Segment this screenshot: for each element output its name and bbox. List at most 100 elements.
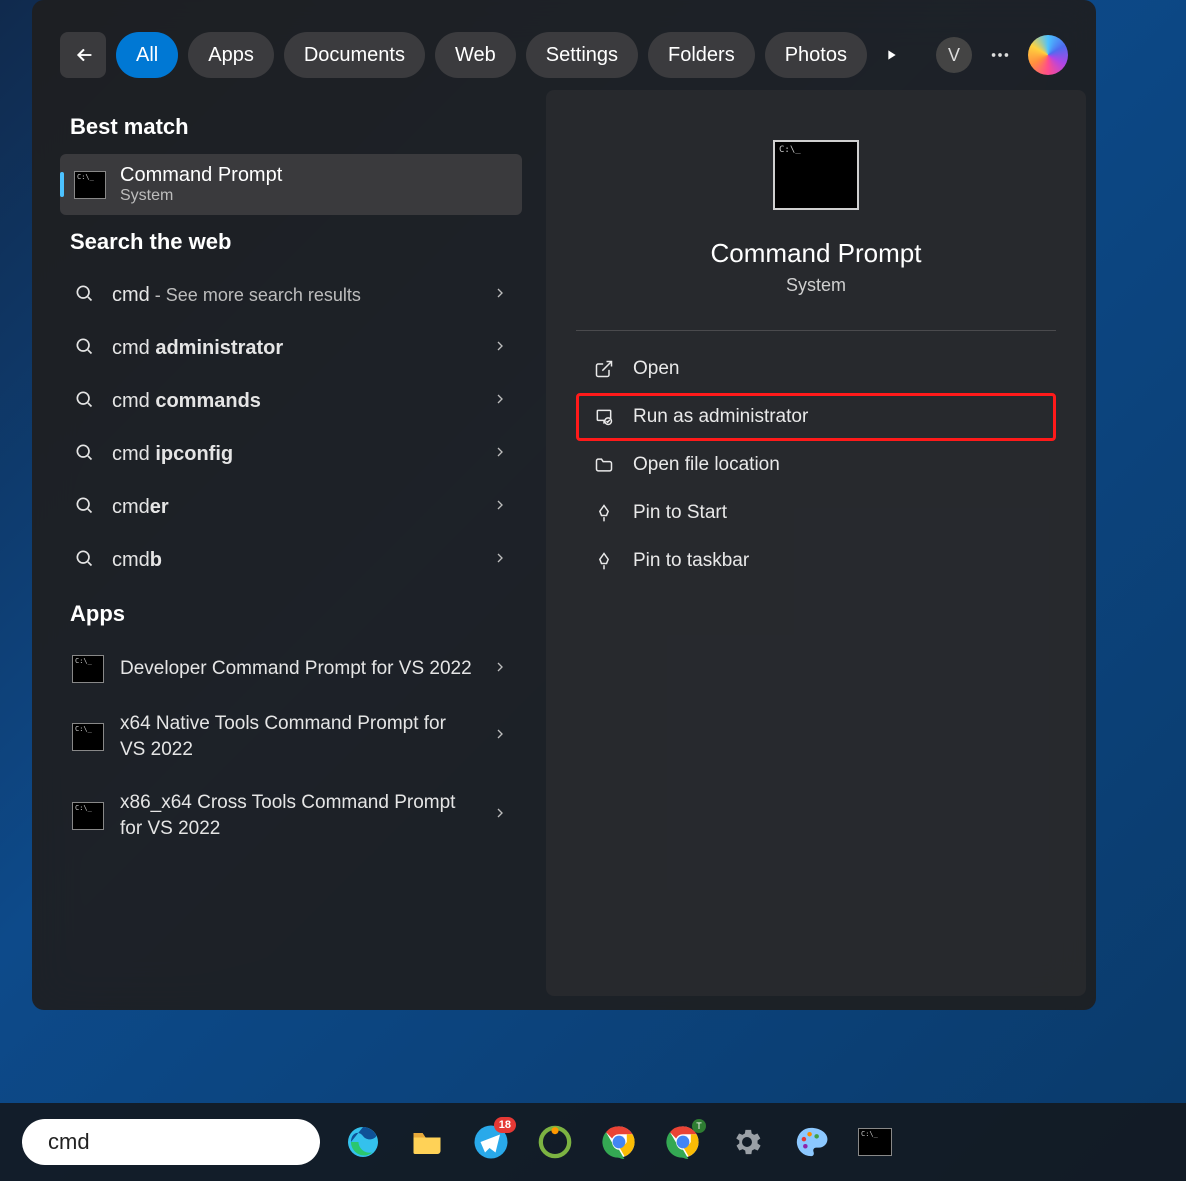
action-run-as-admin[interactable]: Run as administrator <box>576 393 1056 441</box>
taskbar-edge[interactable] <box>342 1121 384 1163</box>
play-button[interactable] <box>877 47 905 63</box>
tab-documents[interactable]: Documents <box>284 32 425 78</box>
command-prompt-icon <box>72 723 104 751</box>
telegram-badge: 18 <box>494 1117 516 1133</box>
web-result-label: cmd commands <box>112 390 476 413</box>
pin-icon <box>594 503 614 523</box>
search-icon <box>74 389 96 414</box>
taskbar-chrome-1[interactable] <box>598 1121 640 1163</box>
chevron-right-icon <box>492 550 508 571</box>
section-best-match: Best match <box>70 114 532 140</box>
folder-icon <box>409 1124 445 1160</box>
chevron-right-icon <box>492 659 508 680</box>
chevron-right-icon <box>492 338 508 359</box>
taskbar-app-green[interactable] <box>534 1121 576 1163</box>
search-icon <box>74 283 96 308</box>
more-button[interactable] <box>982 44 1018 66</box>
app-result-1[interactable]: x64 Native Tools Command Prompt for VS 2… <box>60 697 522 776</box>
tab-settings[interactable]: Settings <box>526 32 638 78</box>
app-result-2[interactable]: x86_x64 Cross Tools Command Prompt for V… <box>60 776 522 855</box>
search-icon <box>74 495 96 520</box>
best-match-title: Command Prompt <box>120 164 282 187</box>
web-result-4[interactable]: cmder <box>60 481 522 534</box>
search-tabs: All Apps Documents Web Settings Folders … <box>32 0 1096 90</box>
section-apps: Apps <box>70 601 532 627</box>
folder-icon <box>594 455 614 475</box>
app-result-label: x86_x64 Cross Tools Command Prompt for V… <box>120 790 476 841</box>
taskbar-telegram[interactable]: 18 <box>470 1121 512 1163</box>
web-result-2[interactable]: cmd commands <box>60 375 522 428</box>
action-open-label: Open <box>633 358 679 380</box>
web-result-5[interactable]: cmdb <box>60 534 522 587</box>
tab-photos[interactable]: Photos <box>765 32 867 78</box>
chrome-icon <box>602 1125 636 1159</box>
action-pin-to-start[interactable]: Pin to Start <box>576 489 1056 537</box>
shield-admin-icon <box>594 407 614 427</box>
action-open[interactable]: Open <box>576 345 1056 393</box>
taskbar-paint[interactable] <box>790 1121 832 1163</box>
search-icon <box>74 442 96 467</box>
chevron-right-icon <box>492 497 508 518</box>
chevron-right-icon <box>492 391 508 412</box>
back-button[interactable] <box>60 32 106 78</box>
user-avatar[interactable]: V <box>936 37 972 73</box>
circle-app-icon <box>538 1125 572 1159</box>
tab-folders[interactable]: Folders <box>648 32 755 78</box>
taskbar: 18 T <box>0 1103 1186 1181</box>
web-result-label: cmd - See more search results <box>112 284 476 307</box>
taskbar-explorer[interactable] <box>406 1121 448 1163</box>
gear-icon <box>730 1125 764 1159</box>
edge-icon <box>345 1124 381 1160</box>
chevron-right-icon <box>492 444 508 465</box>
app-result-label: x64 Native Tools Command Prompt for VS 2… <box>120 711 476 762</box>
section-search-web: Search the web <box>70 229 532 255</box>
taskbar-settings[interactable] <box>726 1121 768 1163</box>
results-left-column: Best match Command Prompt System Search … <box>42 90 532 996</box>
app-result-0[interactable]: Developer Command Prompt for VS 2022 <box>60 641 522 697</box>
more-horizontal-icon <box>989 44 1011 66</box>
action-pin-to-taskbar[interactable]: Pin to taskbar <box>576 537 1056 585</box>
search-icon <box>74 336 96 361</box>
web-result-label: cmd administrator <box>112 337 476 360</box>
tab-all[interactable]: All <box>116 32 178 78</box>
taskbar-search-input[interactable] <box>48 1129 336 1155</box>
command-prompt-icon <box>858 1128 892 1156</box>
web-result-0[interactable]: cmd - See more search results <box>60 269 522 322</box>
divider <box>576 330 1056 331</box>
action-pin-taskbar-label: Pin to taskbar <box>633 550 749 572</box>
preview-app-icon <box>773 140 859 210</box>
command-prompt-icon <box>74 171 106 199</box>
preview-pane: Command Prompt System Open Run as admini… <box>546 90 1086 996</box>
copilot-button[interactable] <box>1028 35 1068 75</box>
app-result-label: Developer Command Prompt for VS 2022 <box>120 656 476 682</box>
tab-apps[interactable]: Apps <box>188 32 274 78</box>
web-result-3[interactable]: cmd ipconfig <box>60 428 522 481</box>
preview-title: Command Prompt <box>711 238 922 269</box>
chevron-right-icon <box>492 805 508 826</box>
taskbar-cmd[interactable] <box>854 1121 896 1163</box>
chevron-right-icon <box>492 285 508 306</box>
profile-badge: T <box>692 1119 706 1133</box>
open-external-icon <box>594 359 614 379</box>
taskbar-search[interactable] <box>22 1119 320 1165</box>
pin-icon <box>594 551 614 571</box>
best-match-subtitle: System <box>120 187 282 205</box>
action-open-file-location[interactable]: Open file location <box>576 441 1056 489</box>
arrow-left-line-icon <box>74 44 96 66</box>
action-pin-start-label: Pin to Start <box>633 502 727 524</box>
command-prompt-icon <box>72 802 104 830</box>
tab-web[interactable]: Web <box>435 32 516 78</box>
best-match-item[interactable]: Command Prompt System <box>60 154 522 215</box>
action-run-as-admin-label: Run as administrator <box>633 406 808 428</box>
web-result-label: cmdb <box>112 549 476 572</box>
command-prompt-icon <box>72 655 104 683</box>
chevron-right-icon <box>492 726 508 747</box>
web-result-label: cmder <box>112 496 476 519</box>
search-icon <box>74 548 96 573</box>
web-result-1[interactable]: cmd administrator <box>60 322 522 375</box>
preview-subtitle: System <box>786 275 846 296</box>
action-open-location-label: Open file location <box>633 454 780 476</box>
palette-icon <box>794 1125 828 1159</box>
taskbar-chrome-2[interactable]: T <box>662 1121 704 1163</box>
play-icon <box>883 47 899 63</box>
